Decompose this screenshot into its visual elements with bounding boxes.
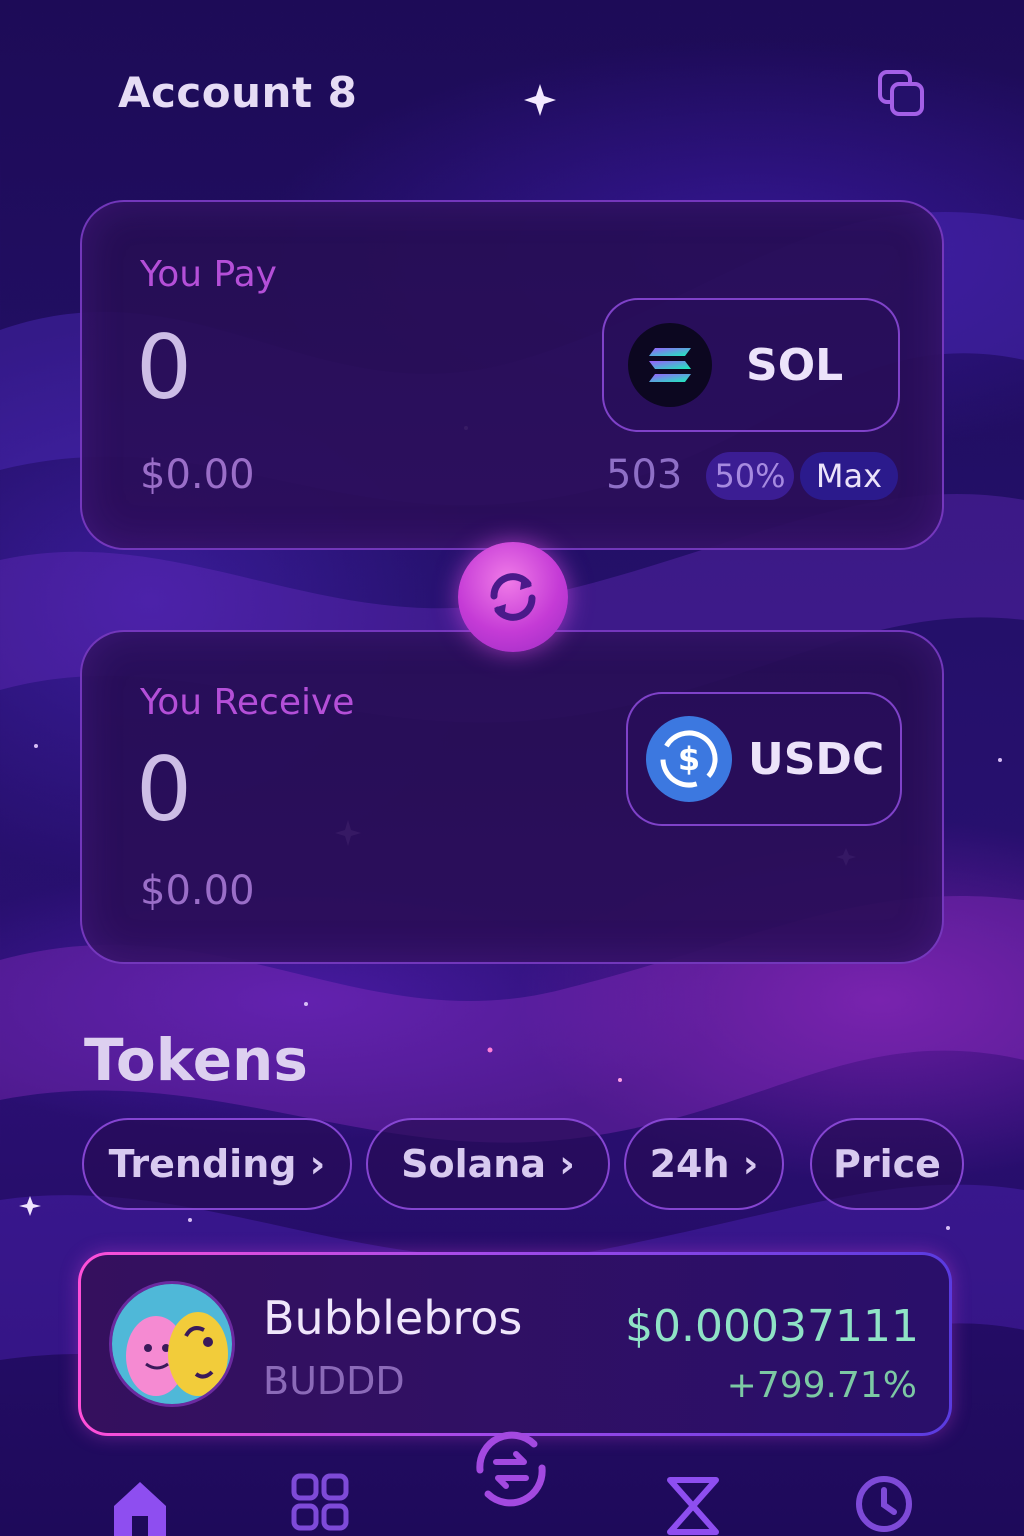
token-list-item[interactable]: Bubblebros BUDDD $0.00037111 +799.71%: [78, 1252, 952, 1436]
grid-icon[interactable]: [290, 1472, 350, 1536]
home-icon[interactable]: [110, 1478, 170, 1536]
filter-timeframe[interactable]: 24h ›: [624, 1118, 784, 1210]
filter-sort[interactable]: Price: [810, 1118, 964, 1210]
pay-card: You Pay 0 $0.00 SOL 503 50% Max: [80, 200, 944, 550]
receive-token-symbol: USDC: [748, 733, 885, 785]
sol-logo-icon: [628, 323, 712, 407]
receive-card: You Receive 0 $0.00 $ USDC: [80, 630, 944, 964]
filter-chain[interactable]: Solana ›: [366, 1118, 610, 1210]
pay-token-symbol: SOL: [746, 339, 844, 391]
token-avatar: [109, 1281, 235, 1407]
filter-trending[interactable]: Trending ›: [82, 1118, 352, 1210]
token-price: $0.00037111: [625, 1301, 919, 1352]
pay-amount-input[interactable]: 0: [136, 316, 192, 419]
pay-token-selector[interactable]: SOL: [602, 298, 900, 432]
token-change: +799.71%: [726, 1365, 917, 1406]
copy-icon[interactable]: [874, 68, 930, 124]
tokens-title: Tokens: [84, 1026, 308, 1094]
receive-usd-value: $0.00: [140, 868, 255, 914]
token-ticker: BUDDD: [263, 1359, 405, 1403]
pay-label: You Pay: [140, 254, 277, 295]
swap-arrows-icon: [490, 573, 536, 621]
clock-icon[interactable]: [854, 1474, 914, 1536]
account-title[interactable]: Account 8: [118, 68, 357, 117]
half-button[interactable]: 50%: [706, 452, 794, 500]
swap-icon[interactable]: [466, 1424, 556, 1518]
swap-direction-button[interactable]: [458, 542, 568, 652]
usdc-logo-icon: $: [646, 716, 732, 802]
bottom-nav: [0, 1420, 1024, 1536]
token-name: Bubblebros: [263, 1291, 523, 1345]
svg-text:$: $: [678, 740, 700, 778]
receive-token-selector[interactable]: $ USDC: [626, 692, 902, 826]
receive-label: You Receive: [140, 682, 355, 723]
pay-balance: 503: [606, 452, 683, 498]
max-button[interactable]: Max: [800, 452, 898, 500]
pay-usd-value: $0.00: [140, 452, 255, 498]
receive-amount: 0: [136, 738, 192, 841]
hourglass-icon[interactable]: [666, 1476, 720, 1536]
